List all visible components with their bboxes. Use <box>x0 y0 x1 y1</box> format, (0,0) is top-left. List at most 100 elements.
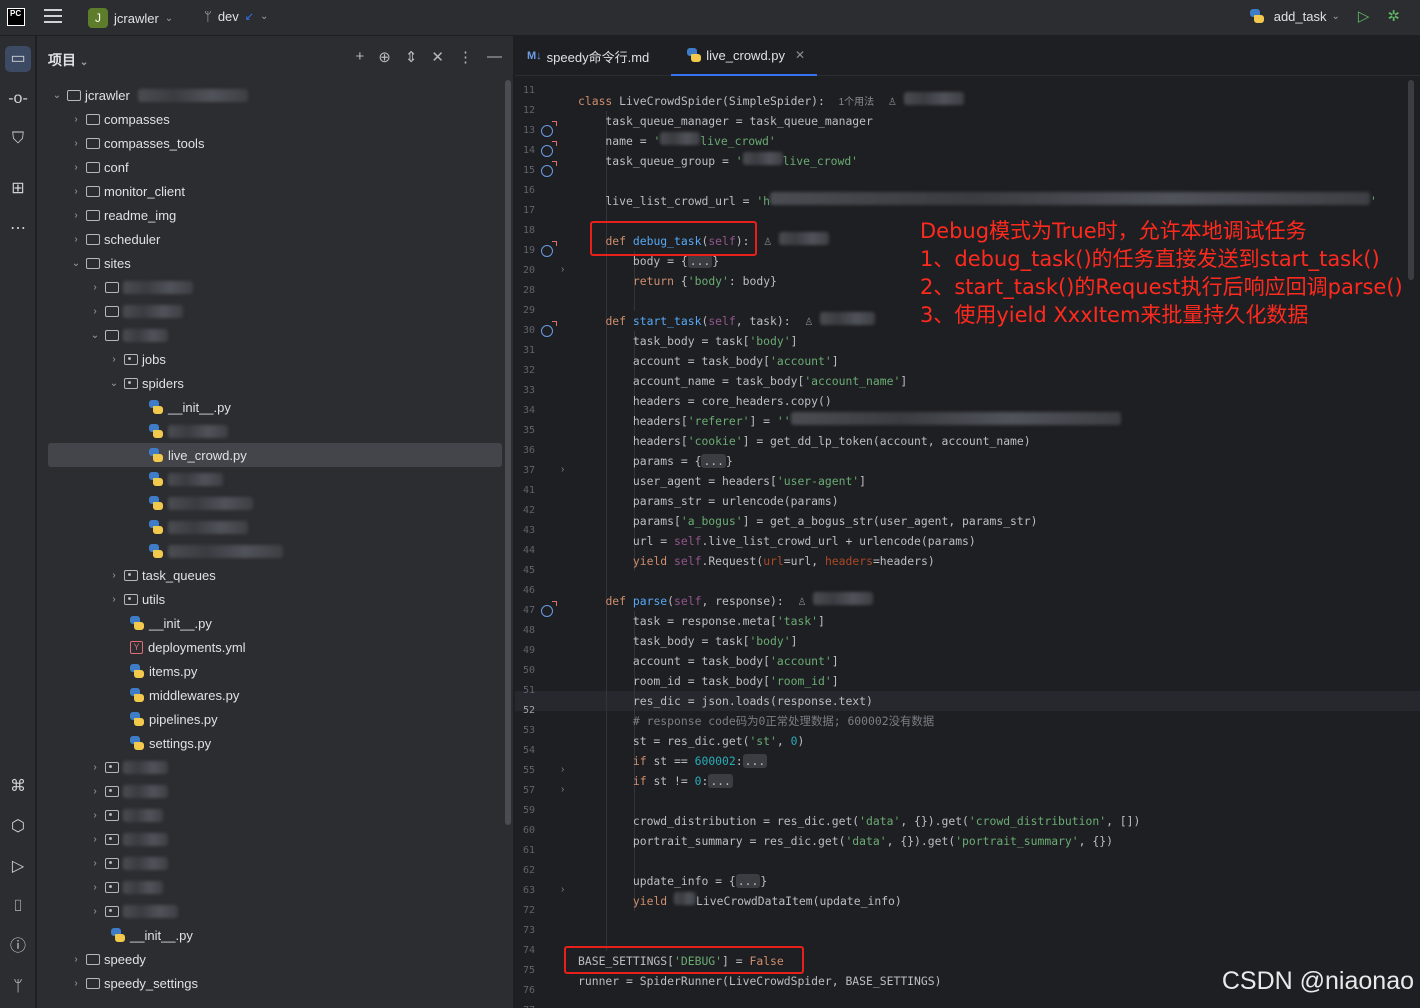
git-icon[interactable]: ᛘ <box>5 974 31 1000</box>
override-method-icon[interactable] <box>541 121 557 137</box>
tree-item[interactable]: ⌄ spiders <box>37 371 502 395</box>
fold-icon[interactable]: › <box>561 784 564 795</box>
code-line[interactable]: res_dic = json.loads(response.text) <box>578 691 873 711</box>
code-line[interactable]: yield LiveCrowdDataItem(update_info) <box>578 891 902 911</box>
tree-item[interactable]: items.py <box>37 659 502 683</box>
override-method-icon[interactable] <box>541 241 557 257</box>
tree-item[interactable]: › monitor_client <box>37 179 502 203</box>
chevron-right-icon[interactable]: › <box>70 978 82 989</box>
tree-item[interactable]: live_crowd.py <box>48 443 502 467</box>
run-config-selector[interactable]: add_task ⌄ <box>1246 9 1340 24</box>
code-line[interactable]: class LiveCrowdSpider(SimpleSpider): 1个用… <box>578 91 964 111</box>
tree-item[interactable]: Ydeployments.yml <box>37 635 502 659</box>
hide-icon[interactable]: — <box>487 48 502 66</box>
tree-item[interactable]: › <box>37 275 502 299</box>
tree-item[interactable]: › task_queues <box>37 563 502 587</box>
code-line[interactable]: task = response.meta['task'] <box>578 611 825 631</box>
commit-icon[interactable]: -o- <box>5 86 31 112</box>
tree-item[interactable]: pipelines.py <box>37 707 502 731</box>
folder-icon[interactable]: ▭ <box>5 46 31 72</box>
chevron-down-icon[interactable]: ⌄ <box>108 378 120 389</box>
code-line[interactable]: def start_task(self, task): ♙ <box>578 311 876 331</box>
project-scrollbar[interactable] <box>505 80 511 825</box>
problems-icon[interactable]: ⓘ <box>5 934 31 960</box>
tree-item[interactable]: ⌄ sites <box>37 251 502 275</box>
code-line[interactable]: url = self.live_list_crowd_url + urlenco… <box>578 531 976 551</box>
tree-item[interactable]: › readme_img <box>37 203 502 227</box>
code-line[interactable]: yield self.Request(url=url, headers=head… <box>578 551 935 571</box>
tree-item[interactable]: settings.py <box>37 731 502 755</box>
collapse-all-icon[interactable]: ✕ <box>431 48 444 66</box>
tree-item[interactable]: __init__.py <box>37 923 502 947</box>
override-method-icon[interactable] <box>541 601 557 617</box>
tree-item[interactable]: › scheduler <box>37 227 502 251</box>
terminal-icon[interactable]: ⌷ <box>5 894 31 920</box>
override-method-icon[interactable] <box>541 141 557 157</box>
code-line[interactable]: live_list_crowd_url = 'h ' <box>578 191 1377 211</box>
code-line[interactable]: name = ' live_crowd' <box>578 131 776 151</box>
code-line[interactable]: params_str = urlencode(params) <box>578 491 839 511</box>
tree-item[interactable]: › <box>37 827 502 851</box>
code-line[interactable]: crowd_distribution = res_dic.get('data',… <box>578 811 1141 831</box>
override-method-icon[interactable] <box>541 321 557 337</box>
tree-item[interactable] <box>37 467 502 491</box>
code-line[interactable]: task_body = task['body'] <box>578 631 798 651</box>
chevron-right-icon[interactable]: › <box>89 858 101 869</box>
run-icon[interactable]: ▷ <box>1358 7 1370 25</box>
code-line[interactable]: # response code码为0正常处理数据; 600002没有数据 <box>578 711 934 731</box>
code-line[interactable]: headers['cookie'] = get_dd_lp_token(acco… <box>578 431 1031 451</box>
code-line[interactable]: def parse(self, response): ♙ <box>578 591 874 611</box>
tab-live-crowd-py[interactable]: live_crowd.py ✕ <box>671 36 818 76</box>
tree-item[interactable]: › <box>37 851 502 875</box>
tree-item[interactable]: › <box>37 779 502 803</box>
fold-icon[interactable]: › <box>561 464 564 475</box>
chevron-right-icon[interactable]: › <box>89 306 101 317</box>
code-line[interactable]: task_queue_manager = task_queue_manager <box>578 111 872 131</box>
python-packages-icon[interactable]: ⬡ <box>5 814 31 840</box>
bookmarks-icon[interactable]: ⊞ <box>5 176 31 202</box>
code-line[interactable]: task_queue_group = ' live_crowd' <box>578 151 858 171</box>
code-line[interactable]: update_info = {...} <box>578 871 767 891</box>
tree-item[interactable]: __init__.py <box>37 395 502 419</box>
project-switcher[interactable]: J jcrawler ⌄ <box>88 7 173 29</box>
chevron-right-icon[interactable]: › <box>70 162 82 173</box>
more-icon[interactable]: ⋯ <box>5 216 31 242</box>
tree-item[interactable]: › <box>37 803 502 827</box>
chevron-right-icon[interactable]: › <box>108 354 120 365</box>
options-icon[interactable]: ⋮ <box>458 48 473 66</box>
chevron-right-icon[interactable]: › <box>70 210 82 221</box>
chevron-right-icon[interactable]: › <box>89 906 101 917</box>
close-icon[interactable]: ✕ <box>795 48 805 62</box>
locate-icon[interactable]: ⊕ <box>378 48 391 66</box>
tree-item[interactable]: › compasses_tools <box>37 131 502 155</box>
add-icon[interactable]: + <box>356 48 365 66</box>
code-line[interactable]: headers = core_headers.copy() <box>578 391 832 411</box>
services-icon[interactable]: ▷ <box>5 854 31 880</box>
tree-item[interactable]: › compasses <box>37 107 502 131</box>
python-console-icon[interactable]: ⌘ <box>5 774 31 800</box>
chevron-right-icon[interactable]: › <box>89 282 101 293</box>
tree-item[interactable]: › speedy_settings <box>37 971 502 995</box>
chevron-right-icon[interactable]: › <box>70 114 82 125</box>
tree-item[interactable]: › <box>37 875 502 899</box>
tree-item[interactable] <box>37 419 502 443</box>
tree-item[interactable]: › conf <box>37 155 502 179</box>
code-line[interactable]: headers['referer'] = '' <box>578 411 1121 431</box>
code-line[interactable]: user_agent = headers['user-agent'] <box>578 471 866 491</box>
tree-item[interactable]: › utils <box>37 587 502 611</box>
code-line[interactable]: return {'body': body} <box>578 271 777 291</box>
debug-icon[interactable]: ✲ <box>1387 7 1400 25</box>
chevron-right-icon[interactable]: › <box>89 762 101 773</box>
tree-item[interactable]: › <box>37 299 502 323</box>
project-panel-title[interactable]: 项目 ⌄ <box>48 50 88 70</box>
chevron-right-icon[interactable]: › <box>108 594 120 605</box>
tree-item[interactable]: › <box>37 899 502 923</box>
code-line[interactable]: account = task_body['account'] <box>578 351 839 371</box>
override-method-icon[interactable] <box>541 161 557 177</box>
expand-all-icon[interactable]: ⇕ <box>405 48 418 66</box>
tree-item[interactable]: ⌄ <box>37 323 502 347</box>
code-line[interactable]: if st != 0:... <box>578 771 733 791</box>
chevron-down-icon[interactable]: ⌄ <box>89 330 101 341</box>
code-line[interactable]: task_body = task['body'] <box>578 331 798 351</box>
structure-icon[interactable]: ⛉ <box>5 126 31 152</box>
